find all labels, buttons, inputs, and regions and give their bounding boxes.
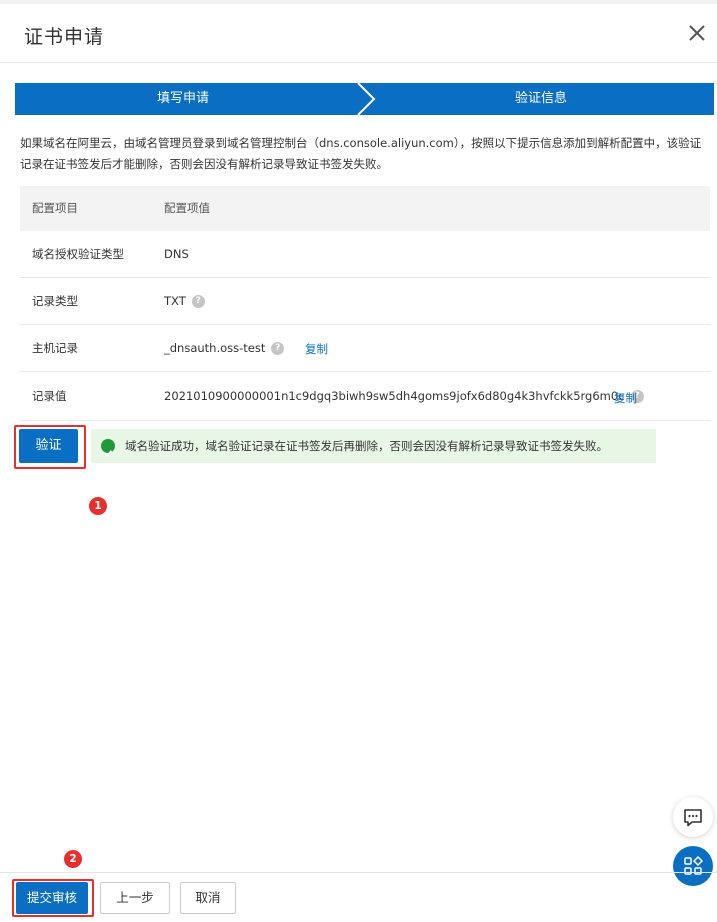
top-border — [0, 0, 717, 4]
header-divider — [0, 62, 717, 63]
instruction-text: 如果域名在阿里云，由域名管理员登录到域名管理控制台（dns.console.al… — [20, 136, 702, 171]
success-alert: 域名验证成功，域名验证记录在证书签发后再删除，否则会因没有解析记录导致证书签发失… — [91, 429, 656, 463]
verify-button[interactable]: 验证 — [19, 429, 78, 463]
header-config-item: 配置项目 — [32, 201, 78, 215]
row-label: 域名授权验证类型 — [32, 247, 124, 261]
help-icon[interactable]: ? — [271, 342, 285, 355]
submit-review-button[interactable]: 提交审核 — [16, 882, 88, 914]
row-value-wrap: TXT? — [164, 278, 205, 324]
table-row: 记录值 2021010900000001n1c9dgq3biwh9sw5dh4g… — [20, 372, 710, 421]
dialog-title: 证书申请 — [24, 26, 105, 48]
row-label: 记录类型 — [32, 294, 78, 308]
row-value: _dnsauth.oss-test — [164, 341, 266, 355]
chat-icon — [684, 809, 702, 827]
row-label: 主机记录 — [32, 341, 78, 355]
row-value-wrap: _dnsauth.oss-test? — [164, 325, 285, 371]
step-fill-application: 填写申请 — [157, 91, 210, 106]
table-row: 域名授权验证类型 DNS — [20, 231, 710, 278]
previous-step-button[interactable]: 上一步 — [100, 882, 170, 914]
table-row: 主机记录 _dnsauth.oss-test? 复制 — [20, 325, 710, 372]
close-icon[interactable] — [686, 22, 708, 44]
row-value: 2021010900000001n1c9dgq3biwh9sw5dh4goms9… — [164, 389, 625, 403]
header-config-value: 配置项值 — [164, 201, 210, 215]
success-message: 域名验证成功，域名验证记录在证书签发后再删除，否则会因没有解析记录导致证书签发失… — [125, 439, 608, 453]
apps-icon — [684, 855, 704, 875]
table-header-row: 配置项目 配置项值 — [20, 186, 710, 231]
apps-button[interactable] — [673, 846, 713, 886]
row-value: DNS — [164, 247, 189, 261]
table-row: 记录类型 TXT? — [20, 278, 710, 325]
cancel-button[interactable]: 取消 — [180, 882, 236, 914]
check-circle-icon — [101, 439, 115, 457]
footer-divider — [0, 872, 717, 873]
step-badge-1: 1 — [89, 497, 107, 515]
copy-host-record-link[interactable]: 复制 — [305, 325, 328, 373]
chat-button[interactable] — [673, 797, 713, 837]
help-icon[interactable]: ? — [191, 295, 205, 308]
row-label: 记录值 — [32, 389, 67, 403]
row-value-wrap: 2021010900000001n1c9dgq3biwh9sw5dh4goms9… — [164, 372, 644, 420]
step-verify-info: 验证信息 — [515, 91, 568, 106]
step-badge-2: 2 — [64, 850, 82, 868]
copy-record-value-link[interactable]: 复制 — [614, 372, 637, 424]
step-separator-chevron-icon — [357, 83, 376, 115]
step-progress-bar: 填写申请 验证信息 — [15, 83, 714, 115]
row-value: TXT — [164, 294, 186, 308]
config-table: 配置项目 配置项值 域名授权验证类型 DNS 记录类型 TXT? 主机记录 _d… — [20, 186, 710, 421]
